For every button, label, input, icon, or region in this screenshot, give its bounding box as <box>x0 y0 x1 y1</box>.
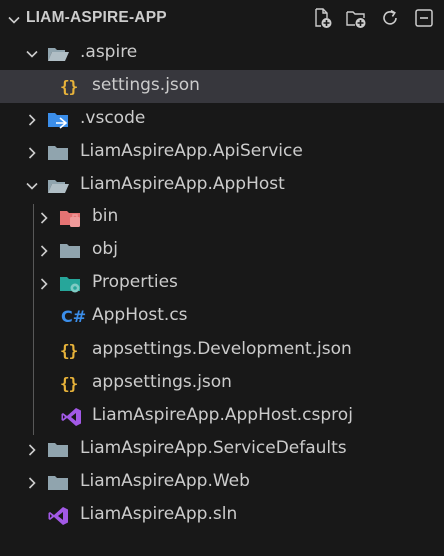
tree-item-label: .aspire <box>80 42 138 62</box>
tree-item-apphost-csproj[interactable]: LiamAspireApp.AppHost.csproj <box>0 400 444 433</box>
new-file-button[interactable] <box>310 6 334 30</box>
chevron-down-icon <box>26 182 38 190</box>
chevron-down-icon[interactable] <box>6 12 22 28</box>
explorer-panel: LIAM-ASPIRE-APP .aspire {} settings.json… <box>0 0 444 556</box>
folder-open-icon <box>48 48 69 61</box>
tree-item-label: LiamAspireApp.Web <box>80 471 250 491</box>
tree-item-label: settings.json <box>92 75 200 95</box>
tree-item-sln[interactable]: LiamAspireApp.sln <box>0 499 444 532</box>
tree-item-label: .vscode <box>80 108 146 128</box>
tree-item-label: LiamAspireApp.sln <box>80 504 238 524</box>
refresh-button[interactable] <box>378 6 402 30</box>
tree-item-label: appsettings.json <box>92 372 232 392</box>
visual-studio-icon <box>48 507 68 525</box>
explorer-actions <box>310 6 436 30</box>
folder-open-icon <box>48 180 69 193</box>
tree-item-label: obj <box>92 239 118 259</box>
workspace-title: LIAM-ASPIRE-APP <box>26 9 167 26</box>
explorer-header[interactable]: LIAM-ASPIRE-APP <box>0 0 444 38</box>
chevron-right-icon <box>28 444 36 456</box>
tree-item-web[interactable]: LiamAspireApp.Web <box>0 466 444 499</box>
chevron-right-icon <box>40 245 48 257</box>
tree-item-label: LiamAspireApp.AppHost <box>80 174 285 194</box>
collapse-all-button[interactable] <box>412 6 436 30</box>
tree-item-label: bin <box>92 206 119 226</box>
chevron-down-icon <box>26 50 38 58</box>
chevron-right-icon <box>28 147 36 159</box>
tree-item-vscode[interactable]: .vscode <box>0 103 444 136</box>
json-file-icon: {} <box>60 77 78 96</box>
chevron-right-icon <box>28 114 36 126</box>
folder-icon <box>48 476 68 490</box>
tree-item-label: Properties <box>92 272 178 292</box>
properties-folder-icon <box>60 277 80 293</box>
tree-item-aspire[interactable]: .aspire <box>0 37 444 70</box>
tree-item-apphost-cs[interactable]: C# AppHost.cs <box>0 300 444 333</box>
tree-item-appsettings-json[interactable]: {} appsettings.json <box>0 367 444 400</box>
tree-item-label: LiamAspireApp.ServiceDefaults <box>80 438 347 458</box>
chevron-right-icon <box>40 278 48 290</box>
new-folder-button[interactable] <box>344 6 368 30</box>
vscode-folder-icon <box>48 113 68 129</box>
folder-icon <box>48 443 68 457</box>
tree-item-settings-json[interactable]: {} settings.json <box>0 70 444 103</box>
tree-item-label: AppHost.cs <box>92 305 188 325</box>
tree-item-obj[interactable]: obj <box>0 234 444 267</box>
tree-item-appsettings-development-json[interactable]: {} appsettings.Development.json <box>0 334 444 367</box>
tree-item-label: appsettings.Development.json <box>92 339 352 359</box>
tree-item-apphost[interactable]: LiamAspireApp.AppHost <box>0 169 444 202</box>
tree-item-label: LiamAspireApp.AppHost.csproj <box>92 405 353 425</box>
refresh-icon <box>383 9 397 25</box>
json-file-icon: {} <box>60 341 78 360</box>
folder-icon <box>48 146 68 160</box>
new-folder-icon <box>346 11 366 28</box>
collapse-all-icon <box>415 9 433 27</box>
tree-item-label: LiamAspireApp.ApiService <box>80 141 303 161</box>
chevron-right-icon <box>40 212 48 224</box>
tree-item-bin[interactable]: bin <box>0 201 444 234</box>
tree-item-apiservice[interactable]: LiamAspireApp.ApiService <box>0 136 444 169</box>
visual-studio-icon <box>61 408 81 426</box>
csharp-file-icon: C# <box>61 307 87 326</box>
folder-icon <box>60 244 80 258</box>
chevron-right-icon <box>28 477 36 489</box>
new-file-icon <box>315 8 332 28</box>
tree-item-properties[interactable]: Properties <box>0 267 444 300</box>
bin-folder-icon <box>60 211 80 227</box>
tree-item-servicedefaults[interactable]: LiamAspireApp.ServiceDefaults <box>0 433 444 466</box>
json-file-icon: {} <box>60 374 78 393</box>
